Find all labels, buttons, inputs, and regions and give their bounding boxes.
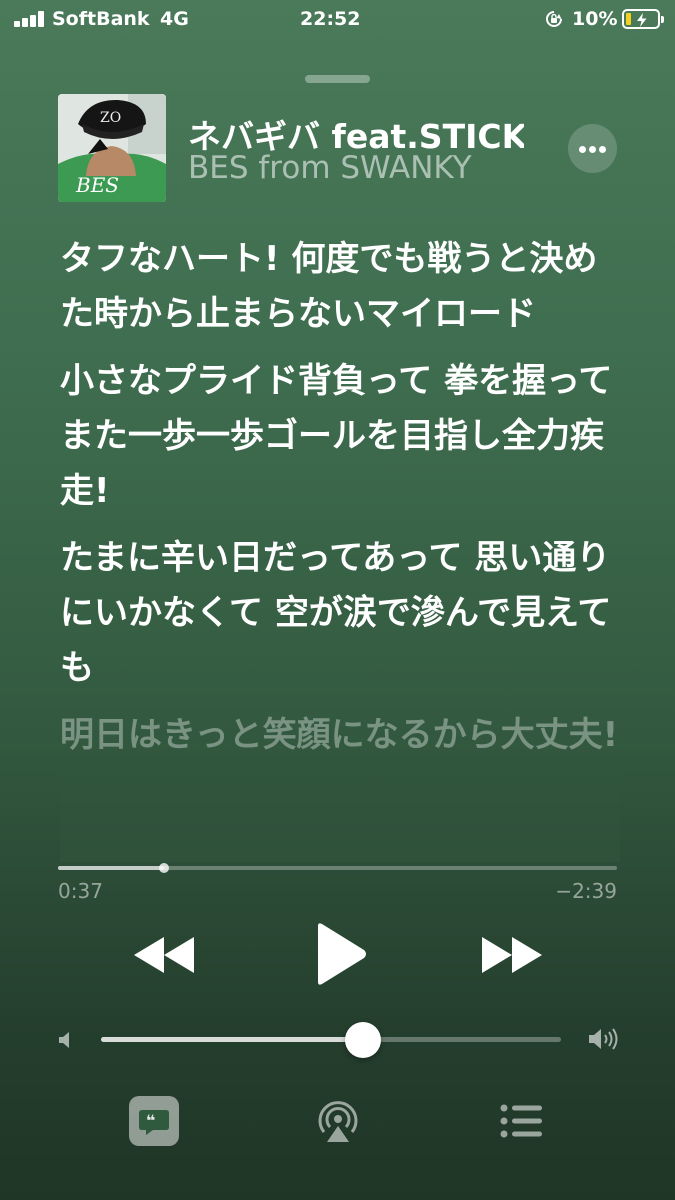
volume-high-icon [589,1028,618,1050]
battery-charging-icon [622,9,664,29]
queue-icon [500,1104,542,1138]
song-artist[interactable]: BES from SWANKY [188,150,472,186]
status-bar: SoftBank 4G 22:52 10% [0,0,675,40]
volume-slider[interactable] [101,1022,561,1058]
lyrics-icon: ❝ [139,1110,169,1135]
lyrics-button[interactable]: ❝ [129,1096,179,1146]
playback-progress-fill [58,866,165,870]
playback-scrubber-knob[interactable] [159,863,170,873]
more-button[interactable] [568,124,617,173]
volume-fill [101,1037,364,1042]
playback-scrubber[interactable] [58,863,617,873]
previous-icon [134,937,194,973]
lyric-line[interactable]: タフなハート! 何度でも戦うと決めた時から止まらないマイロード [60,232,620,342]
volume-low-icon [59,1032,69,1048]
next-icon [482,937,542,973]
svg-text:❝: ❝ [146,1111,155,1130]
queue-button[interactable] [500,1104,542,1138]
lyric-line[interactable]: 小さなプライド背負って 拳を握って また一歩一歩ゴールを目指し全力疾走! [60,354,620,519]
sheet-grabber[interactable] [305,75,370,83]
next-button[interactable] [478,933,546,977]
album-artwork: ZO BES [58,94,166,202]
rotation-lock-icon [546,11,562,27]
play-button[interactable] [312,922,368,986]
elapsed-time: 0:37 [58,879,103,903]
svg-text:ZO: ZO [100,110,121,126]
more-icon [579,146,586,153]
play-icon [318,923,366,985]
previous-button[interactable] [130,933,198,977]
lyrics-fade-overlay [60,752,620,862]
airplay-button[interactable] [316,1098,360,1144]
network-type: 4G [160,8,189,30]
volume-knob[interactable] [345,1022,382,1058]
signal-icon [14,11,48,27]
status-time: 22:52 [300,8,361,30]
battery-percent: 10% [572,8,618,30]
lyrics-view[interactable]: タフなハート! 何度でも戦うと決めた時から止まらないマイロード 小さなプライド背… [60,232,620,862]
lyric-line[interactable]: たまに辛い日だってあって 思い通りにいかなくて 空が涙で滲んで見えても [60,531,620,696]
remaining-time: −2:39 [555,879,617,903]
carrier-name: SoftBank [52,8,150,30]
album-art-label: BES [75,173,119,197]
